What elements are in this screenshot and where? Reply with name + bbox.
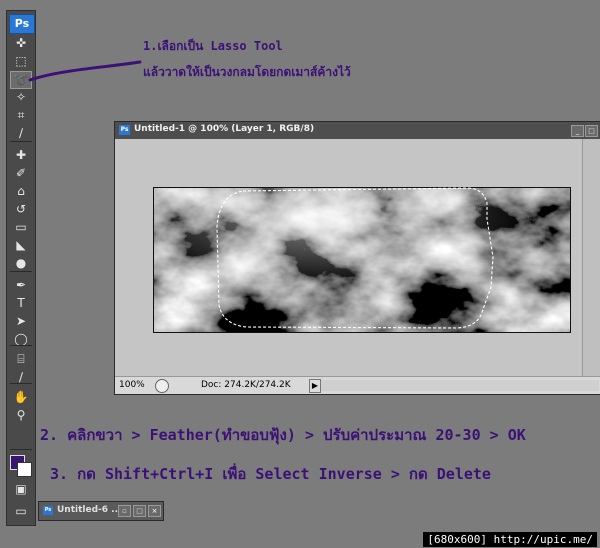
maximize-button[interactable]: □ xyxy=(133,505,146,517)
minimized-document-window[interactable]: Ps Untitled-6 ... ▫ □ × xyxy=(38,501,164,521)
document-title: Untitled-1 @ 100% (Layer 1, RGB/8) xyxy=(134,124,315,134)
close-button[interactable]: × xyxy=(148,505,161,517)
photoshop-doc-icon: Ps xyxy=(119,125,130,135)
document-vertical-scrollbar[interactable] xyxy=(582,139,600,377)
document-size-info: Doc: 274.2K/274.2K xyxy=(201,380,291,390)
annotation-step2: 2. คลิกขวา > Feather(ทำขอบฟุ้ง) > ปรับค่… xyxy=(40,426,526,444)
document-canvas[interactable] xyxy=(115,139,583,377)
document-window: Ps Untitled-1 @ 100% (Layer 1, RGB/8) _ … xyxy=(114,121,600,395)
annotation-step3: 3. กด Shift+Ctrl+I เพื่อ Select Inverse … xyxy=(50,465,491,483)
clouds-image xyxy=(153,187,571,333)
document-titlebar[interactable]: Ps Untitled-1 @ 100% (Layer 1, RGB/8) _ … xyxy=(115,122,600,139)
photoshop-workspace: Ps ✜ ⬚ ➰ ✧ ⌗ ∕ ✚ ✐ ⌂ ↺ ▭ ◣ ● ✒ T ➤ ◯ ⌸ ∕ ✋ ⚲ ▣ ▭ 1.เลือกเป็น L… xyxy=(0,0,600,548)
minimized-document-title: Untitled-6 ... xyxy=(57,505,122,515)
minimize-button[interactable]: _ xyxy=(571,125,584,137)
document-horizontal-scrollbar[interactable] xyxy=(321,380,599,391)
maximize-button[interactable]: □ xyxy=(585,125,598,137)
zoom-level[interactable]: 100% xyxy=(119,379,145,391)
document-statusbar: 100% Doc: 274.2K/274.2K ▶ xyxy=(115,376,600,394)
watermark: [680x600] http://upic.me/ xyxy=(423,532,597,547)
photoshop-doc-icon: Ps xyxy=(43,506,53,515)
annotation-step1-line2: แล้ววาดให้เป็นวงกลมโดยกดเมาส์ค้างไว้ xyxy=(143,65,351,79)
restore-button[interactable]: ▫ xyxy=(118,505,131,517)
annotation-step1-line1: 1.เลือกเป็น Lasso Tool xyxy=(143,39,283,53)
navigator-icon[interactable] xyxy=(155,379,169,393)
status-menu-arrow-icon[interactable]: ▶ xyxy=(309,379,321,393)
